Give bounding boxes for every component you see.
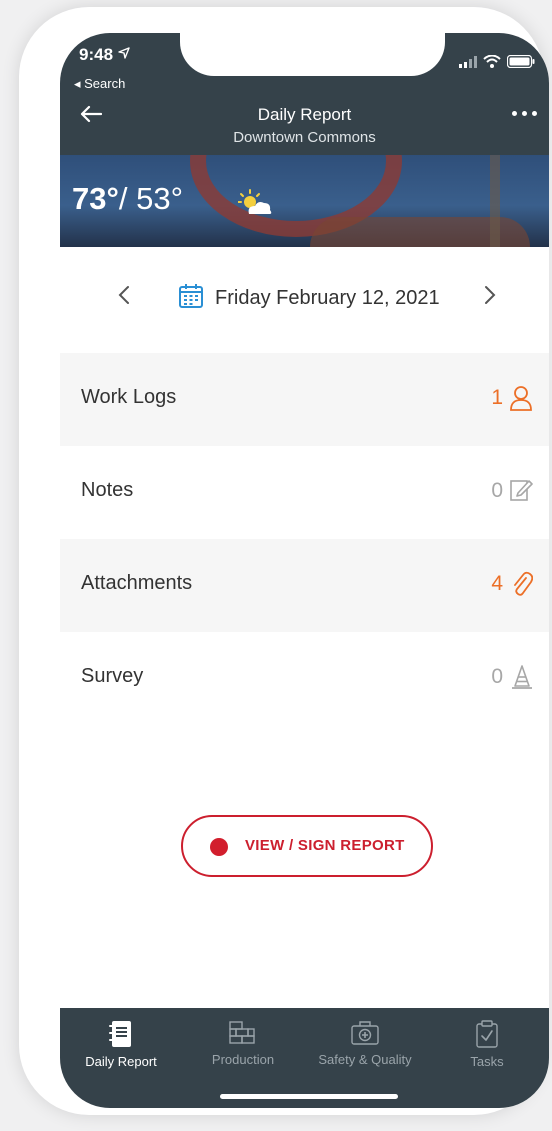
section-count: 1 xyxy=(491,386,503,409)
banner-photo-pole xyxy=(490,155,500,247)
tab-label: Safety & Quality xyxy=(318,1052,412,1067)
more-dot xyxy=(512,111,517,116)
chevron-left-icon[interactable] xyxy=(118,285,130,305)
section-label: Notes xyxy=(81,479,134,501)
tab-production[interactable]: Production xyxy=(182,1008,304,1067)
section-label: Survey xyxy=(81,665,144,687)
battery-icon xyxy=(507,55,535,68)
status-icons xyxy=(459,55,535,68)
tab-label: Daily Report xyxy=(85,1054,157,1069)
section-survey[interactable]: Survey 0 xyxy=(60,632,549,725)
note-edit-icon xyxy=(510,480,533,501)
bottom-tab-bar: Daily Report Production Safety & Quality… xyxy=(60,1008,549,1108)
tab-label: Tasks xyxy=(470,1054,504,1069)
more-options-button[interactable] xyxy=(512,111,537,116)
chevron-right-icon[interactable] xyxy=(484,285,496,305)
device-notch xyxy=(180,33,445,76)
partly-sunny-icon xyxy=(238,189,272,214)
wifi-icon xyxy=(483,55,501,68)
tab-label: Production xyxy=(211,1052,275,1067)
paperclip-icon xyxy=(514,571,533,596)
section-count: 0 xyxy=(491,479,503,502)
phone-frame: 9:48 ◂ Search Daily Report Downtown Comm… xyxy=(19,7,549,1115)
section-notes[interactable]: Notes 0 xyxy=(60,446,549,539)
date-selector: Friday February 12, 2021 xyxy=(60,247,549,353)
section-count: 0 xyxy=(491,665,503,688)
section-label: Work Logs xyxy=(81,386,177,408)
temperature-range: 73°/ 53° xyxy=(72,181,183,217)
more-dot xyxy=(522,111,527,116)
tab-daily-report[interactable]: Daily Report xyxy=(60,1008,182,1069)
view-sign-report-button[interactable]: VIEW / SIGN REPORT xyxy=(181,815,433,877)
bricks-icon xyxy=(229,1021,255,1044)
home-indicator[interactable] xyxy=(220,1094,398,1099)
selected-date[interactable]: Friday February 12, 2021 xyxy=(215,287,440,310)
section-label: Attachments xyxy=(81,572,193,594)
calendar-icon[interactable] xyxy=(178,283,204,309)
project-name: Downtown Commons xyxy=(233,129,376,146)
temp-low: 53° xyxy=(136,181,184,216)
section-attachments[interactable]: Attachments 4 xyxy=(60,539,549,632)
cone-icon xyxy=(512,665,532,689)
first-aid-icon xyxy=(351,1021,379,1045)
tab-safety-quality[interactable]: Safety & Quality xyxy=(304,1008,426,1067)
weather-banner: 73°/ 53° xyxy=(60,155,549,247)
clipboard-check-icon xyxy=(476,1020,498,1048)
back-to-search-link[interactable]: ◂ Search xyxy=(74,76,125,92)
location-arrow-icon xyxy=(118,47,130,59)
cellular-signal-icon xyxy=(459,55,477,68)
report-sections: Work Logs 1 Notes 0 Attachments 4 Survey… xyxy=(60,353,549,725)
header: 9:48 ◂ Search Daily Report Downtown Comm… xyxy=(60,33,549,155)
section-count: 4 xyxy=(491,572,503,595)
record-dot-icon xyxy=(210,838,228,856)
temp-high: 73° xyxy=(72,181,119,216)
page-title: Daily Report xyxy=(257,105,352,124)
more-dot xyxy=(532,111,537,116)
temp-separator: / xyxy=(118,181,137,216)
section-work-logs[interactable]: Work Logs 1 xyxy=(60,353,549,446)
cta-label: VIEW / SIGN REPORT xyxy=(245,837,405,854)
person-icon xyxy=(510,386,532,411)
status-time: 9:48 xyxy=(79,45,130,65)
notebook-icon xyxy=(109,1021,131,1047)
app-screen: 9:48 ◂ Search Daily Report Downtown Comm… xyxy=(60,33,549,1108)
tab-tasks[interactable]: Tasks xyxy=(426,1008,548,1069)
